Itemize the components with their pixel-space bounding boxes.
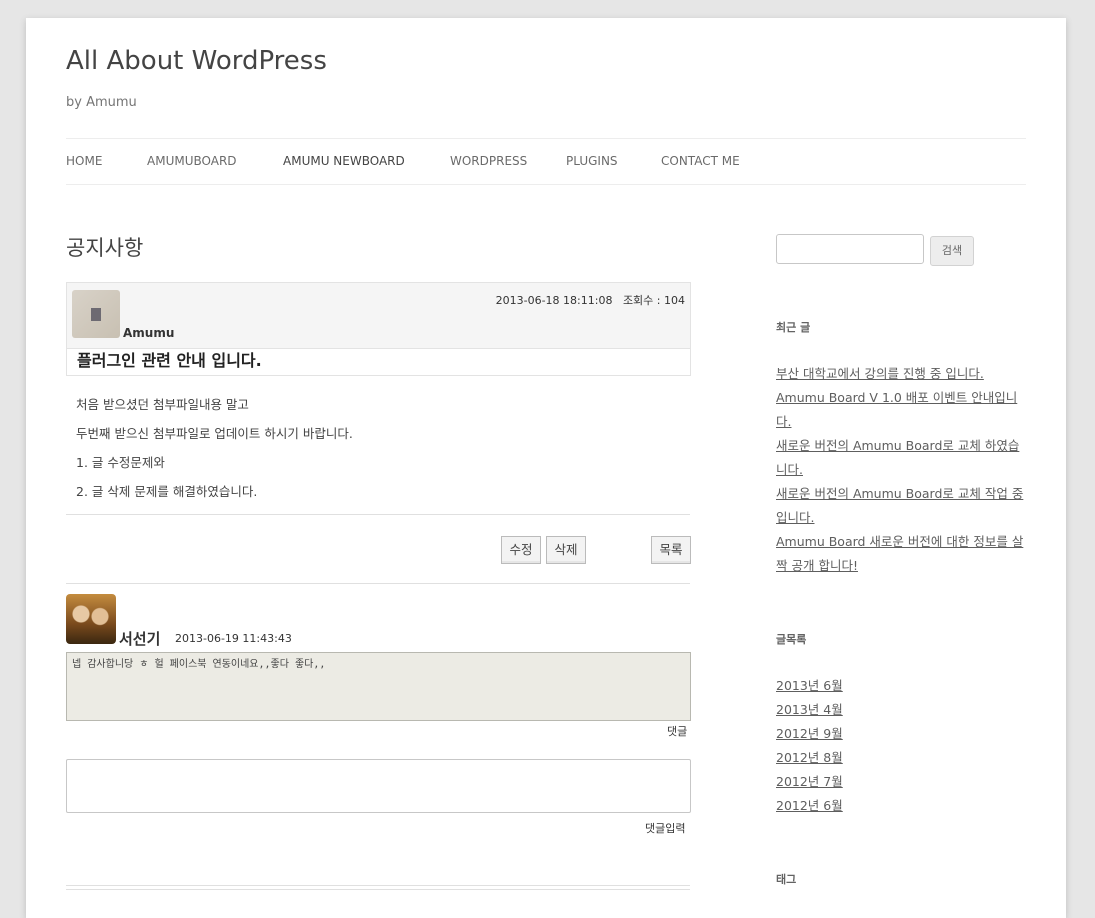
tags-title: 태그 xyxy=(776,873,797,886)
archive-link[interactable]: 2012년 7월 xyxy=(776,770,1028,794)
archive-link[interactable]: 2012년 9월 xyxy=(776,722,1028,746)
post-meta: 2013-06-18 18:11:08 조회수 : 104 xyxy=(495,294,685,307)
search-button[interactable]: 검색 xyxy=(930,236,974,266)
commenter-avatar xyxy=(66,594,116,644)
divider xyxy=(66,514,690,515)
divider xyxy=(66,583,690,584)
search-input[interactable] xyxy=(776,234,924,264)
nav-item-amumu-newboard[interactable]: AMUMU NEWBOARD xyxy=(283,154,405,168)
nav-item-plugins[interactable]: PLUGINS xyxy=(566,154,618,168)
edit-button[interactable]: 수정 xyxy=(501,536,541,564)
comment-author: 서선기 xyxy=(119,630,161,648)
comment-submit-link[interactable]: 댓글입력 xyxy=(645,820,685,836)
reply-link[interactable]: 댓글 xyxy=(667,723,687,739)
recent-post-link[interactable]: Amumu Board 새로운 버전에 대한 정보를 살짝 공개 합니다! xyxy=(776,530,1028,578)
recent-post-link[interactable]: 부산 대학교에서 강의를 진행 중 입니다. xyxy=(776,362,1028,386)
nav-item-contact-me[interactable]: CONTACT ME xyxy=(661,154,740,168)
comment-input[interactable] xyxy=(66,759,691,813)
post-body-line: 두번째 받으신 첨부파일로 업데이트 하시기 바랍니다. xyxy=(76,426,353,441)
author-avatar xyxy=(72,290,120,338)
archives-list: 2013년 6월 2013년 4월 2012년 9월 2012년 8월 2012… xyxy=(776,674,1028,818)
recent-post-link[interactable]: 새로운 버전의 Amumu Board로 교체 작업 중 입니다. xyxy=(776,482,1028,530)
recent-post-link[interactable]: 새로운 버전의 Amumu Board로 교체 하였습니다. xyxy=(776,434,1028,482)
site-title[interactable]: All About WordPress xyxy=(66,48,327,74)
comment-date: 2013-06-19 11:43:43 xyxy=(175,632,292,645)
post-subject: 플러그인 관련 안내 입니다. xyxy=(66,347,691,376)
recent-post-link[interactable]: Amumu Board V 1.0 배포 이벤트 안내입니다. xyxy=(776,386,1028,434)
recent-posts-list: 부산 대학교에서 강의를 진행 중 입니다. Amumu Board V 1.0… xyxy=(776,362,1028,578)
archives-title: 글목록 xyxy=(776,633,807,646)
archive-link[interactable]: 2013년 4월 xyxy=(776,698,1028,722)
post-author: Amumu xyxy=(123,326,175,340)
list-button[interactable]: 목록 xyxy=(651,536,691,564)
nav-item-amumuboard[interactable]: AMUMUBOARD xyxy=(147,154,237,168)
archive-link[interactable]: 2012년 6월 xyxy=(776,794,1028,818)
site-description: by Amumu xyxy=(66,95,137,110)
nav-item-wordpress[interactable]: WORDPRESS xyxy=(450,154,527,168)
post-body-line: 처음 받으셨던 첨부파일내용 말고 xyxy=(76,397,249,412)
page-container: All About WordPress by Amumu HOME AMUMUB… xyxy=(26,18,1066,918)
post-body: 처음 받으셨던 첨부파일내용 말고 두번째 받으신 첨부파일로 업데이트 하시기… xyxy=(76,390,353,506)
delete-button[interactable]: 삭제 xyxy=(546,536,586,564)
archive-link[interactable]: 2013년 6월 xyxy=(776,674,1028,698)
post-body-line: 1. 글 수정문제와 xyxy=(76,455,165,470)
recent-posts-title: 최근 글 xyxy=(776,321,811,334)
divider xyxy=(66,889,690,890)
comment-text: 넵 감사합니당 ㅎ 헐 페이스북 연동이네요,,좋다 좋다,, xyxy=(66,652,691,721)
archive-link[interactable]: 2012년 8월 xyxy=(776,746,1028,770)
divider xyxy=(66,885,690,886)
page-title: 공지사항 xyxy=(66,236,144,260)
main-navigation: HOME AMUMUBOARD AMUMU NEWBOARD WORDPRESS… xyxy=(66,138,1026,185)
post-header: 2013-06-18 18:11:08 조회수 : 104 Amumu xyxy=(66,282,691,349)
nav-item-home[interactable]: HOME xyxy=(66,154,102,168)
post-body-line: 2. 글 삭제 문제를 해결하였습니다. xyxy=(76,484,258,499)
